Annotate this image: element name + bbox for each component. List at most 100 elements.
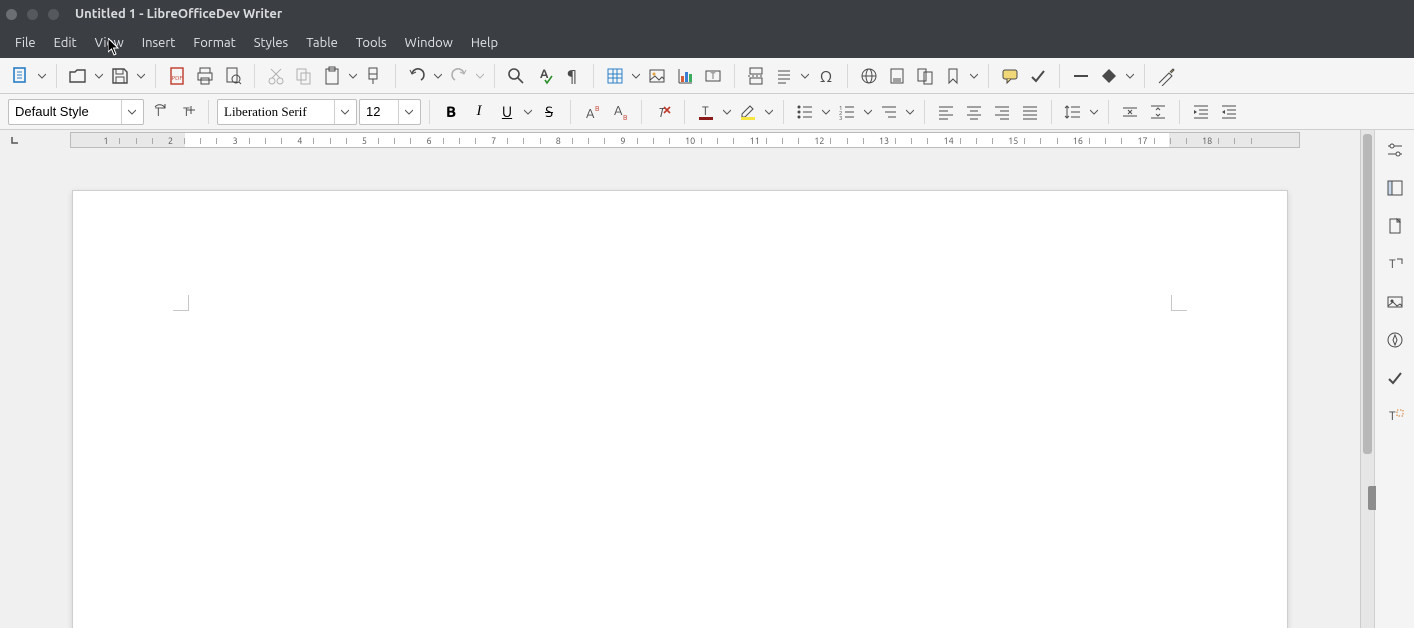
draw-functions-button[interactable] xyxy=(1153,63,1179,89)
undo-button[interactable] xyxy=(404,63,430,89)
page-scroll-area[interactable] xyxy=(0,150,1360,628)
export-pdf-button[interactable]: PDF xyxy=(164,63,190,89)
basic-shapes-dropdown[interactable] xyxy=(1124,63,1136,89)
menu-file[interactable]: File xyxy=(6,28,45,58)
align-justify-button[interactable] xyxy=(1017,99,1043,125)
spellcheck-button[interactable]: A xyxy=(531,63,557,89)
sidebar-toggle-handle[interactable] xyxy=(1368,486,1376,510)
horizontal-ruler[interactable]: 123456789101112131415161718 xyxy=(70,132,1300,148)
insert-field-dropdown[interactable] xyxy=(799,63,811,89)
decrease-indent-button[interactable] xyxy=(1216,99,1242,125)
sidebar-accept-changes-button[interactable] xyxy=(1381,364,1409,392)
menu-insert[interactable]: Insert xyxy=(133,28,185,58)
subscript-button[interactable]: AB xyxy=(607,99,633,125)
insert-reference-dropdown[interactable] xyxy=(968,63,980,89)
save-button[interactable] xyxy=(107,63,133,89)
align-right-button[interactable] xyxy=(989,99,1015,125)
paste-dropdown[interactable] xyxy=(347,63,359,89)
superscript-button[interactable]: AB xyxy=(579,99,605,125)
highlight-color-button[interactable] xyxy=(735,99,761,125)
highlight-color-dropdown[interactable] xyxy=(763,99,775,125)
insert-image-button[interactable] xyxy=(644,63,670,89)
window-close-button[interactable] xyxy=(6,9,17,20)
insert-chart-button[interactable] xyxy=(672,63,698,89)
find-replace-button[interactable] xyxy=(503,63,529,89)
insert-footnote-button[interactable] xyxy=(884,63,910,89)
insert-table-dropdown[interactable] xyxy=(630,63,642,89)
paragraph-style-input[interactable] xyxy=(9,104,121,119)
clone-formatting-button[interactable] xyxy=(361,63,387,89)
line-spacing-dropdown[interactable] xyxy=(1088,99,1100,125)
align-left-button[interactable] xyxy=(933,99,959,125)
undo-dropdown[interactable] xyxy=(432,63,444,89)
bullet-list-button[interactable] xyxy=(792,99,818,125)
decrease-spacing-button[interactable] xyxy=(1145,99,1171,125)
align-center-button[interactable] xyxy=(961,99,987,125)
numbered-list-dropdown[interactable] xyxy=(862,99,874,125)
sidebar-properties-button[interactable] xyxy=(1381,174,1409,202)
new-document-button[interactable] xyxy=(8,63,34,89)
insert-table-button[interactable] xyxy=(602,63,628,89)
font-size-combo[interactable] xyxy=(359,99,421,125)
menu-tools[interactable]: Tools xyxy=(347,28,396,58)
outline-list-button[interactable] xyxy=(876,99,902,125)
open-dropdown[interactable] xyxy=(93,63,105,89)
font-color-dropdown[interactable] xyxy=(721,99,733,125)
font-size-dropdown[interactable] xyxy=(398,100,418,124)
new-style-button[interactable]: T xyxy=(174,99,200,125)
underline-dropdown[interactable] xyxy=(522,99,534,125)
menu-help[interactable]: Help xyxy=(462,28,507,58)
copy-button[interactable] xyxy=(291,63,317,89)
document-page[interactable] xyxy=(72,190,1288,628)
outline-list-dropdown[interactable] xyxy=(904,99,916,125)
bullet-list-dropdown[interactable] xyxy=(820,99,832,125)
new-document-dropdown[interactable] xyxy=(36,63,48,89)
clear-formatting-button[interactable]: T xyxy=(650,99,676,125)
insert-special-char-button[interactable]: Ω xyxy=(813,63,839,89)
menu-styles[interactable]: Styles xyxy=(245,28,297,58)
font-name-dropdown[interactable] xyxy=(334,100,354,124)
insert-bookmark-button[interactable] xyxy=(940,63,966,89)
font-name-input[interactable] xyxy=(218,104,334,120)
menu-edit[interactable]: Edit xyxy=(45,28,86,58)
save-dropdown[interactable] xyxy=(135,63,147,89)
print-button[interactable] xyxy=(192,63,218,89)
sidebar-settings-button[interactable] xyxy=(1381,136,1409,164)
sidebar-page-button[interactable] xyxy=(1381,212,1409,240)
paragraph-style-dropdown[interactable] xyxy=(121,100,141,124)
formatting-marks-button[interactable]: ¶ xyxy=(559,63,585,89)
scrollbar-thumb[interactable] xyxy=(1363,134,1372,454)
line-spacing-button[interactable] xyxy=(1060,99,1086,125)
bold-button[interactable]: B xyxy=(438,99,464,125)
cut-button[interactable] xyxy=(263,63,289,89)
window-maximize-button[interactable] xyxy=(48,9,59,20)
vertical-scrollbar[interactable] xyxy=(1360,130,1374,628)
sidebar-gallery-button[interactable] xyxy=(1381,288,1409,316)
sidebar-manage-changes-button[interactable]: T xyxy=(1381,402,1409,430)
increase-spacing-button[interactable] xyxy=(1117,99,1143,125)
menu-view[interactable]: View xyxy=(86,28,133,58)
insert-hyperlink-button[interactable] xyxy=(856,63,882,89)
paste-button[interactable] xyxy=(319,63,345,89)
font-size-input[interactable] xyxy=(360,104,398,119)
track-changes-button[interactable] xyxy=(1025,63,1051,89)
basic-shapes-button[interactable] xyxy=(1096,63,1122,89)
numbered-list-button[interactable]: 123 xyxy=(834,99,860,125)
insert-field-button[interactable] xyxy=(771,63,797,89)
font-color-button[interactable]: T xyxy=(693,99,719,125)
update-style-button[interactable]: T xyxy=(146,99,172,125)
insert-comment-button[interactable] xyxy=(997,63,1023,89)
tab-stop-icon[interactable] xyxy=(10,135,20,145)
strikethrough-button[interactable]: S xyxy=(536,99,562,125)
print-preview-button[interactable] xyxy=(220,63,246,89)
italic-button[interactable]: I xyxy=(466,99,492,125)
open-button[interactable] xyxy=(65,63,91,89)
insert-textbox-button[interactable]: T xyxy=(700,63,726,89)
sidebar-navigator-button[interactable] xyxy=(1381,326,1409,354)
redo-button[interactable] xyxy=(446,63,472,89)
redo-dropdown[interactable] xyxy=(474,63,486,89)
sidebar-styles-button[interactable]: T xyxy=(1381,250,1409,278)
menu-window[interactable]: Window xyxy=(396,28,462,58)
paragraph-style-combo[interactable] xyxy=(8,99,144,125)
increase-indent-button[interactable] xyxy=(1188,99,1214,125)
